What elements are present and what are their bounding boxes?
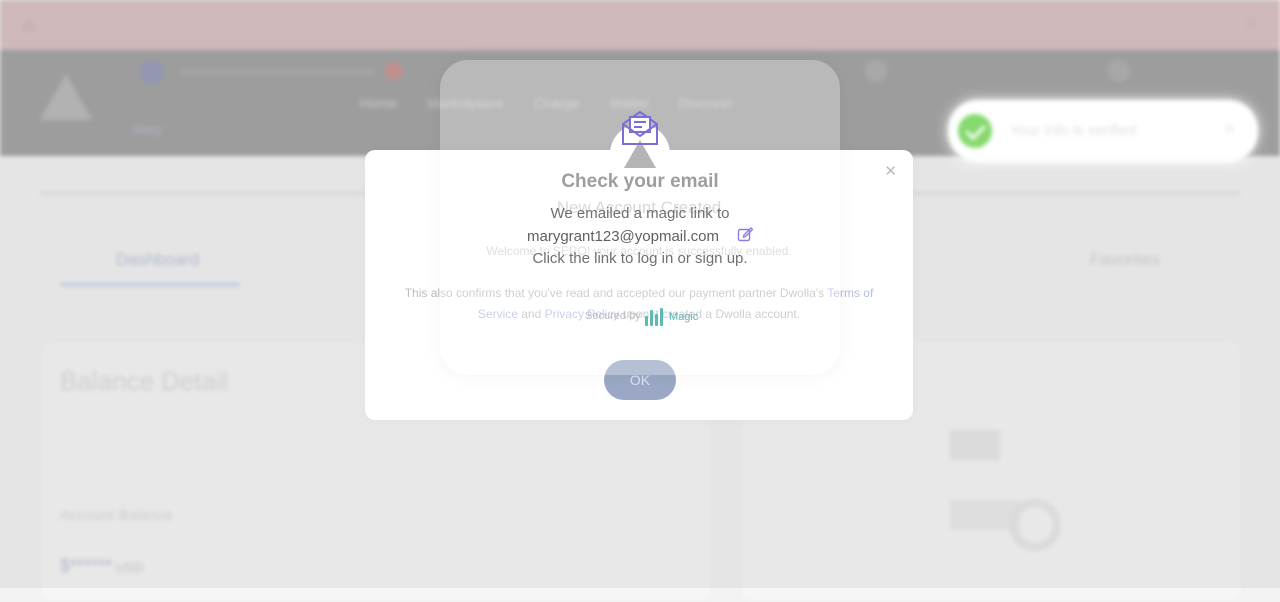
secured-by-label: Secured by — [585, 310, 641, 322]
verified-toast: Your info is verified ✕ — [948, 100, 1258, 162]
toast-close-icon[interactable]: ✕ — [1223, 120, 1236, 138]
edit-icon[interactable] — [737, 226, 753, 242]
magic-line-1: We emailed a magic link to — [550, 205, 730, 222]
email-envelope-icon — [622, 110, 658, 145]
email-address: marygrant123@yopmail.com — [527, 228, 719, 245]
toast-message: Your info is verified — [1010, 122, 1137, 139]
check-email-title: Check your email — [561, 171, 719, 192]
magic-brand: Magic — [645, 308, 698, 326]
magic-logo-icon — [645, 308, 663, 326]
check-circle-icon — [958, 114, 992, 148]
magic-line-3: Click the link to log in or sign up. — [532, 250, 748, 267]
